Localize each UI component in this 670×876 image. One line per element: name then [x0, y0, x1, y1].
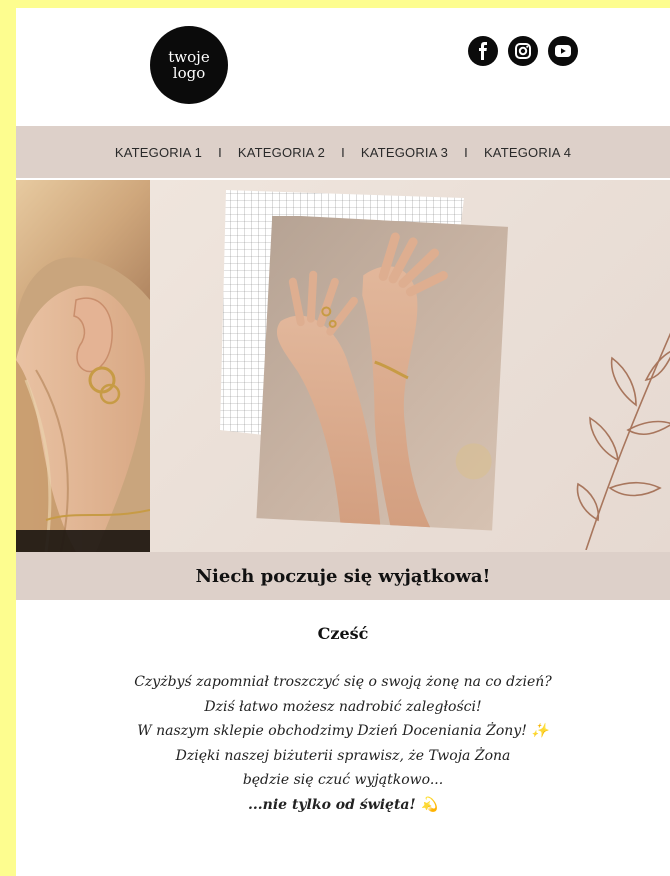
nav-item-kategoria-3[interactable]: KATEGORIA 3 — [361, 145, 448, 160]
instagram-icon[interactable] — [508, 36, 538, 66]
body-text: Czyżbyś zapomniał troszczyć się o swoją … — [16, 670, 670, 817]
social-links — [468, 36, 578, 66]
logo[interactable]: twoje logo — [150, 26, 228, 104]
body-line: W naszym sklepie obchodzimy Dzień Doceni… — [137, 723, 549, 739]
body-line: będzie się czuć wyjątkowo... — [242, 772, 444, 788]
logo-text-line2: logo — [172, 64, 206, 82]
hero-hands-photo — [256, 216, 508, 531]
body-line: Dziś łatwo możesz nadrobić zaległości! — [204, 698, 482, 715]
logo-text-line1: twoje — [168, 48, 210, 66]
facebook-icon[interactable] — [468, 36, 498, 66]
category-nav: KATEGORIA 1 I KATEGORIA 2 I KATEGORIA 3 … — [16, 126, 670, 178]
nav-separator: I — [464, 144, 468, 160]
body-line: Czyżbyś zapomniał troszczyć się o swoją … — [134, 674, 552, 690]
email-frame: twoje logo KATEGORIA 1 I KATEGORIA 2 I K… — [16, 8, 670, 876]
greeting-heading: Cześć — [317, 624, 369, 643]
hero-subtitle: Niech poczuje się wyjątkowa! — [16, 552, 670, 600]
youtube-icon[interactable] — [548, 36, 578, 66]
leaf-branch-decoration — [576, 332, 670, 550]
body-line: Dzięki naszej biżuterii sprawisz, że Two… — [175, 747, 511, 764]
hero-left-photo — [16, 180, 150, 552]
nav-separator: I — [218, 144, 222, 160]
nav-item-kategoria-1[interactable]: KATEGORIA 1 — [115, 145, 202, 160]
body-line-emphasis: ...nie tylko od święta! 💫 — [248, 796, 438, 813]
nav-item-kategoria-2[interactable]: KATEGORIA 2 — [238, 145, 325, 160]
nav-item-kategoria-4[interactable]: KATEGORIA 4 — [484, 145, 571, 160]
nav-separator: I — [341, 144, 345, 160]
hero-image[interactable] — [16, 180, 670, 552]
